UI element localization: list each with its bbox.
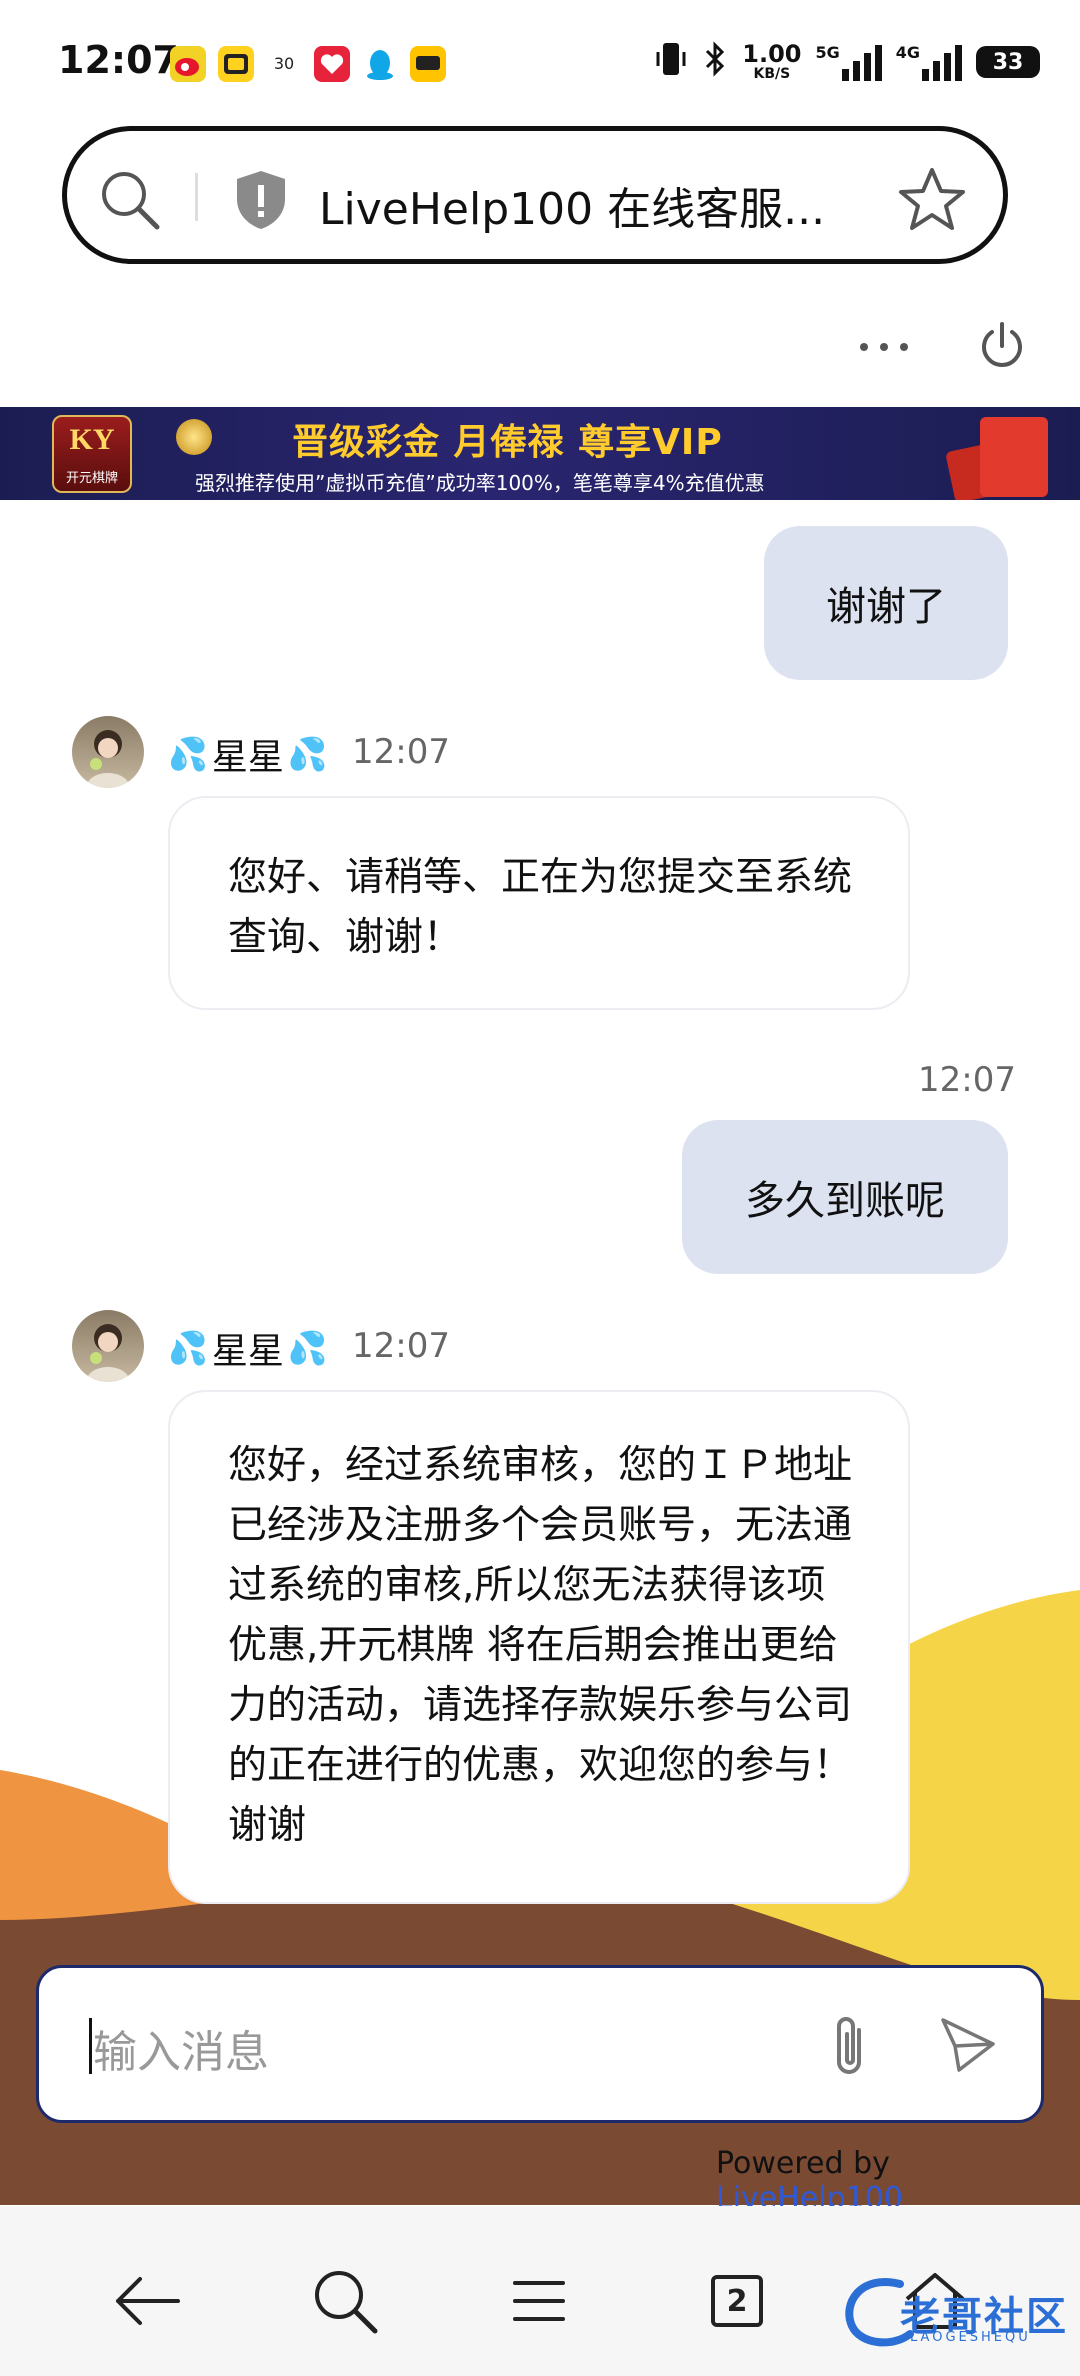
signal-bars-icon: [841, 43, 882, 81]
ad-banner[interactable]: KY 开元棋牌 晋级彩金 月俸禄 尊享VIP 强烈推荐使用”虚拟币充值”成功率1…: [0, 407, 1080, 500]
signal-5g: 5G: [815, 43, 882, 81]
address-divider: [195, 173, 198, 221]
banner-headline: 晋级彩金 月俸禄 尊享VIP: [292, 422, 723, 463]
agent-avatar: [72, 1310, 144, 1382]
back-button[interactable]: [102, 2256, 192, 2346]
page-title[interactable]: LiveHelp100 在线客服...: [319, 173, 825, 237]
net-speed: 1.00 KB/S: [742, 42, 801, 82]
sweat-drops-icon: 💦: [287, 1329, 328, 1367]
status-time: 12:07: [58, 38, 179, 82]
sweat-drops-icon: 💦: [168, 735, 208, 773]
sweat-drops-icon: 💦: [287, 735, 328, 773]
user-message-bubble: 谢谢了: [764, 526, 1008, 680]
message-text: 谢谢了: [826, 584, 946, 630]
message-time: 12:07: [352, 1326, 450, 1366]
send-icon[interactable]: [939, 2014, 997, 2080]
agent-name-row: 💦 星星 💦: [168, 1322, 328, 1374]
agent-message-bubble: 您好，经过系统审核，您的ＩＰ地址已经涉及注册多个会员账号，无法通过系统的审核,所…: [168, 1390, 910, 1904]
status-indicators: 1.00 KB/S 5G 4G 33: [654, 40, 1040, 84]
signal-bars-icon: [922, 43, 962, 81]
search-button[interactable]: [300, 2256, 390, 2346]
net-speed-unit: KB/S: [753, 66, 791, 82]
signal-5g-label: 5G: [815, 43, 840, 62]
menu-button[interactable]: [494, 2256, 584, 2346]
more-options-button[interactable]: [858, 320, 910, 378]
banner-logo-text: KY: [69, 423, 115, 456]
coin-icon: [176, 419, 212, 455]
agent-name-row: 💦 星星 💦: [168, 728, 328, 780]
message-input[interactable]: 输入消息: [93, 2016, 269, 2080]
heart-app-icon: [314, 46, 350, 82]
agent-message-bubble: 您好、请稍等、正在为您提交至系统查询、谢谢！: [168, 796, 910, 1010]
meituan-icon: [410, 46, 446, 82]
star-bookmark-icon[interactable]: [897, 165, 967, 237]
power-icon[interactable]: [974, 318, 1030, 378]
weibo-icon: [170, 46, 206, 82]
sweat-drops-icon: 💦: [168, 1329, 208, 1367]
agent-avatar: [72, 716, 144, 788]
user-message-bubble: 多久到账呢: [682, 1120, 1008, 1274]
calendar-icon: 30: [266, 46, 302, 82]
agent-name: 星星: [211, 1331, 284, 1372]
signal-4g: 4G: [896, 43, 962, 81]
tuanche-icon: [218, 46, 254, 82]
shield-warning-icon[interactable]: [231, 167, 291, 237]
message-time: 12:07: [918, 1060, 1016, 1100]
banner-logo-name: 开元棋牌: [65, 471, 118, 486]
signal-4g-label: 4G: [895, 43, 920, 62]
message-text: 您好、请稍等、正在为您提交至系统查询、谢谢！: [228, 855, 853, 960]
paperclip-icon[interactable]: [825, 2012, 875, 2084]
banner-subline: 强烈推荐使用”虚拟币充值”成功率100%，笔笔尊享4%充值优惠: [195, 471, 765, 495]
agent-name: 星星: [211, 737, 284, 778]
watermark-subtext: LAOGESHEQU: [910, 2330, 1031, 2345]
bluetooth-icon: [702, 40, 728, 84]
battery-icon: 33: [976, 46, 1040, 78]
chat-background: [0, 500, 1080, 2205]
address-bar[interactable]: LiveHelp100 在线客服...: [62, 126, 1008, 264]
watermark: 老哥社区 LAOGESHEQU: [840, 2272, 1070, 2352]
qq-icon: [362, 46, 398, 82]
message-time: 12:07: [352, 732, 450, 772]
powered-by-label: Powered by: [716, 2146, 890, 2181]
text-caret: [89, 2018, 92, 2074]
banner-logo: KY 开元棋牌: [52, 415, 132, 493]
tab-count: 2: [711, 2275, 763, 2327]
search-icon[interactable]: [97, 167, 163, 237]
message-input-box[interactable]: 输入消息: [36, 1965, 1044, 2123]
message-text: 您好，经过系统审核，您的ＩＰ地址已经涉及注册多个会员账号，无法通过系统的审核,所…: [228, 1443, 853, 1848]
vibrate-icon: [654, 40, 688, 84]
message-text: 多久到账呢: [745, 1178, 945, 1224]
red-envelope-icon: [980, 417, 1048, 497]
battery-level: 33: [992, 49, 1024, 75]
net-speed-value: 1.00: [742, 40, 802, 68]
status-bar: 12:07 30 1.00 KB/S 5G 4G 33: [0, 0, 1080, 120]
tabs-button[interactable]: 2: [692, 2256, 782, 2346]
